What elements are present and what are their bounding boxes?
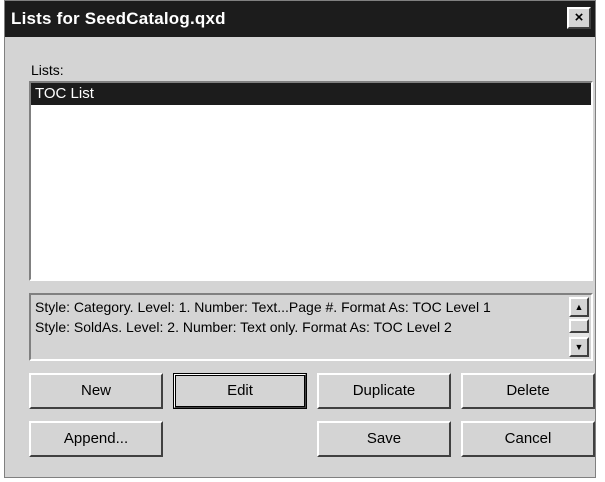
lists-listbox[interactable]: TOC List [29, 81, 593, 281]
up-arrow-icon: ▲ [574, 302, 584, 312]
cancel-button[interactable]: Cancel [461, 421, 595, 457]
description-line: Style: Category. Level: 1. Number: Text.… [35, 299, 491, 315]
list-item[interactable]: TOC List [31, 83, 591, 105]
duplicate-button-label: Duplicate [352, 382, 416, 399]
delete-button-label: Delete [506, 382, 550, 399]
lists-dialog: Lists for SeedCatalog.qxd × Lists: TOC L… [4, 0, 596, 478]
scroll-down-button[interactable]: ▼ [569, 337, 589, 357]
title-bar[interactable]: Lists for SeedCatalog.qxd × [5, 1, 595, 37]
append-button-label: Append... [63, 430, 129, 447]
save-button-label: Save [366, 430, 402, 447]
duplicate-button[interactable]: Duplicate [317, 373, 451, 409]
close-button[interactable]: × [567, 7, 591, 29]
edit-button[interactable]: Edit [173, 373, 307, 409]
append-button[interactable]: Append... [29, 421, 163, 457]
edit-button-label: Edit [227, 382, 253, 399]
description-line: Style: SoldAs. Level: 2. Number: Text on… [35, 319, 452, 335]
new-button-label: New [80, 382, 111, 399]
list-description-text: Style: Category. Level: 1. Number: Text.… [35, 297, 559, 337]
delete-button[interactable]: Delete [461, 373, 595, 409]
lists-label: Lists: [31, 62, 64, 78]
save-button[interactable]: Save [317, 421, 451, 457]
cancel-button-label: Cancel [504, 430, 552, 447]
scroll-up-button[interactable]: ▲ [569, 297, 589, 317]
close-icon: × [574, 9, 584, 26]
down-arrow-icon: ▼ [574, 342, 584, 352]
new-button[interactable]: New [29, 373, 163, 409]
description-scrollbar[interactable]: ▲ ▼ [569, 297, 589, 357]
scroll-thumb[interactable] [569, 319, 589, 333]
list-description-box: Style: Category. Level: 1. Number: Text.… [29, 293, 593, 361]
window-title: Lists for SeedCatalog.qxd [11, 9, 226, 28]
